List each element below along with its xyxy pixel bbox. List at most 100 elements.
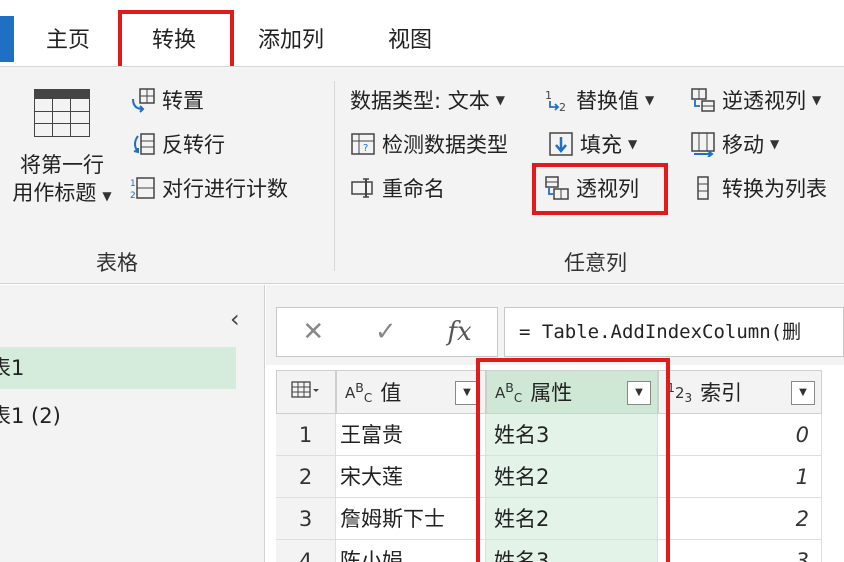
cell-index[interactable]: 0 [658, 414, 822, 456]
convert-to-list-label: 转换为列表 [722, 177, 827, 201]
unpivot-columns-button[interactable]: 逆透视列 ▼ [690, 83, 821, 117]
tab-transform[interactable]: 转换 [152, 24, 196, 58]
rename-button[interactable]: 重命名 [350, 171, 445, 205]
svg-text:2: 2 [559, 101, 566, 113]
unpivot-columns-icon [690, 87, 716, 113]
detect-data-type-icon: ? [350, 131, 376, 157]
use-first-row-as-headers-button[interactable]: 将第一行 用作标题 ▼ [4, 89, 120, 221]
replace-values-label: 替换值 [576, 89, 639, 113]
pivot-column-icon [544, 175, 570, 201]
row-number: 1 [276, 414, 336, 456]
convert-to-list-button[interactable]: 转换为列表 [690, 171, 844, 205]
formula-bar: ✕ ✓ fx = Table.AddIndexColumn(删 [266, 285, 844, 365]
count-rows-label: 对行进行计数 [162, 177, 288, 201]
move-label: 移动 [722, 133, 764, 157]
data-type-dropdown[interactable]: 数据类型: 文本 ▼ [350, 83, 505, 117]
row-number: 3 [276, 498, 336, 540]
column-header-label: 索引 [700, 381, 743, 405]
table-row: 4 陈小娟 姓名3 3 [276, 540, 822, 562]
query-label: 表1 [0, 356, 25, 380]
fill-button[interactable]: 填充 ▼ [548, 127, 637, 161]
query-item-selected[interactable]: 表1 [0, 347, 236, 389]
count-rows-icon: 12 [130, 175, 156, 201]
formula-input[interactable]: = Table.AddIndexColumn(删 [504, 307, 844, 357]
text-type-icon: ABC [495, 379, 523, 405]
column-filter-dropdown-icon[interactable]: ▼ [627, 381, 651, 405]
svg-text:1: 1 [545, 89, 552, 102]
cell-value[interactable]: 詹姆斯下士 [336, 498, 486, 540]
cell-attribute[interactable]: 姓名3 [486, 414, 658, 456]
table-row: 2 宋大莲 姓名2 1 [276, 456, 822, 498]
cell-attribute[interactable]: 姓名2 [486, 456, 658, 498]
formula-bar-buttons: ✕ ✓ fx [276, 307, 498, 357]
cell-value[interactable]: 宋大莲 [336, 456, 486, 498]
fx-icon[interactable]: fx [447, 317, 471, 347]
cell-value[interactable]: 王富贵 [336, 414, 486, 456]
table-menu-corner[interactable] [276, 370, 336, 414]
cell-value[interactable]: 陈小娟 [336, 540, 486, 562]
rename-icon [350, 175, 376, 201]
chevron-down-icon: ▼ [770, 137, 780, 151]
cancel-formula-icon[interactable]: ✕ [302, 317, 324, 347]
chevron-down-icon: ▼ [812, 93, 822, 107]
query-item[interactable]: 表1 (2) [0, 395, 236, 437]
pivot-column-button[interactable]: 透视列 [544, 171, 639, 205]
fill-down-icon [548, 131, 574, 157]
confirm-formula-icon[interactable]: ✓ [375, 317, 397, 347]
cell-attribute[interactable]: 姓名3 [486, 540, 658, 562]
fill-label: 填充 [580, 133, 622, 157]
group-label-table: 表格 [96, 251, 138, 275]
transpose-button[interactable]: 转置 [130, 83, 204, 117]
chevron-down-icon: ▼ [645, 93, 655, 107]
rename-label: 重命名 [382, 177, 445, 201]
svg-text:?: ? [363, 143, 368, 154]
tab-view[interactable]: 视图 [388, 24, 432, 58]
reverse-rows-icon [130, 131, 156, 157]
table-headers-icon [34, 89, 90, 137]
column-header-attribute[interactable]: ABC 属性 ▼ [486, 370, 658, 414]
table-row: 3 詹姆斯下士 姓名2 2 [276, 498, 822, 540]
number-type-icon: 123 [667, 379, 693, 405]
cell-index[interactable]: 3 [658, 540, 822, 562]
tab-home[interactable]: 主页 [46, 24, 90, 58]
count-rows-button[interactable]: 12 对行进行计数 [130, 171, 288, 205]
use-first-row-label-line2: 用作标题 [12, 181, 97, 205]
replace-values-icon: 12 [544, 87, 570, 114]
cell-index[interactable]: 2 [658, 498, 822, 540]
detect-data-type-label: 检测数据类型 [382, 133, 508, 157]
file-tab[interactable] [0, 16, 14, 62]
row-number: 2 [276, 456, 336, 498]
data-grid: ABC 值 ▼ ABC 属性 ▼ 123 索引 ▼ 1 王富贵 姓名3 0 2 … [276, 370, 822, 562]
unpivot-columns-label: 逆透视列 [722, 89, 806, 113]
cell-attribute[interactable]: 姓名2 [486, 498, 658, 540]
table-row: 1 王富贵 姓名3 0 [276, 414, 822, 456]
column-header-value[interactable]: ABC 值 ▼ [336, 370, 486, 414]
data-type-label: 数据类型: 文本 [350, 89, 490, 113]
svg-text:1: 1 [130, 179, 136, 189]
column-header-index[interactable]: 123 索引 ▼ [658, 370, 822, 414]
window-title-strip [0, 0, 844, 10]
queries-panel: ‹ 表1 表1 (2) [0, 285, 265, 562]
tab-add-column[interactable]: 添加列 [258, 24, 324, 58]
column-header-label: 值 [380, 381, 402, 405]
move-columns-icon [690, 131, 716, 158]
reverse-rows-button[interactable]: 反转行 [130, 127, 225, 161]
group-label-any-column: 任意列 [564, 251, 627, 275]
pivot-column-label: 透视列 [576, 177, 639, 201]
table-menu-icon [291, 380, 321, 405]
query-label: 表1 (2) [0, 404, 61, 428]
ribbon: 将第一行 用作标题 ▼ 转置 反转行 12 对行进行计数 表格 数据类型: 文本 … [0, 66, 844, 284]
reverse-rows-label: 反转行 [162, 133, 225, 157]
chevron-down-icon: ▼ [628, 137, 638, 151]
column-filter-dropdown-icon[interactable]: ▼ [455, 381, 479, 405]
cell-index[interactable]: 1 [658, 456, 822, 498]
svg-text:2: 2 [130, 191, 136, 201]
use-first-row-label-line1: 将第一行 [20, 153, 104, 177]
move-button[interactable]: 移动 ▼ [690, 127, 779, 161]
convert-to-list-icon [690, 175, 716, 201]
column-filter-dropdown-icon[interactable]: ▼ [791, 381, 815, 405]
detect-data-type-button[interactable]: ? 检测数据类型 [350, 127, 508, 161]
replace-values-button[interactable]: 12 替换值 ▼ [544, 83, 654, 117]
chevron-left-icon[interactable]: ‹ [230, 305, 240, 333]
chevron-down-icon: ▼ [102, 189, 112, 203]
